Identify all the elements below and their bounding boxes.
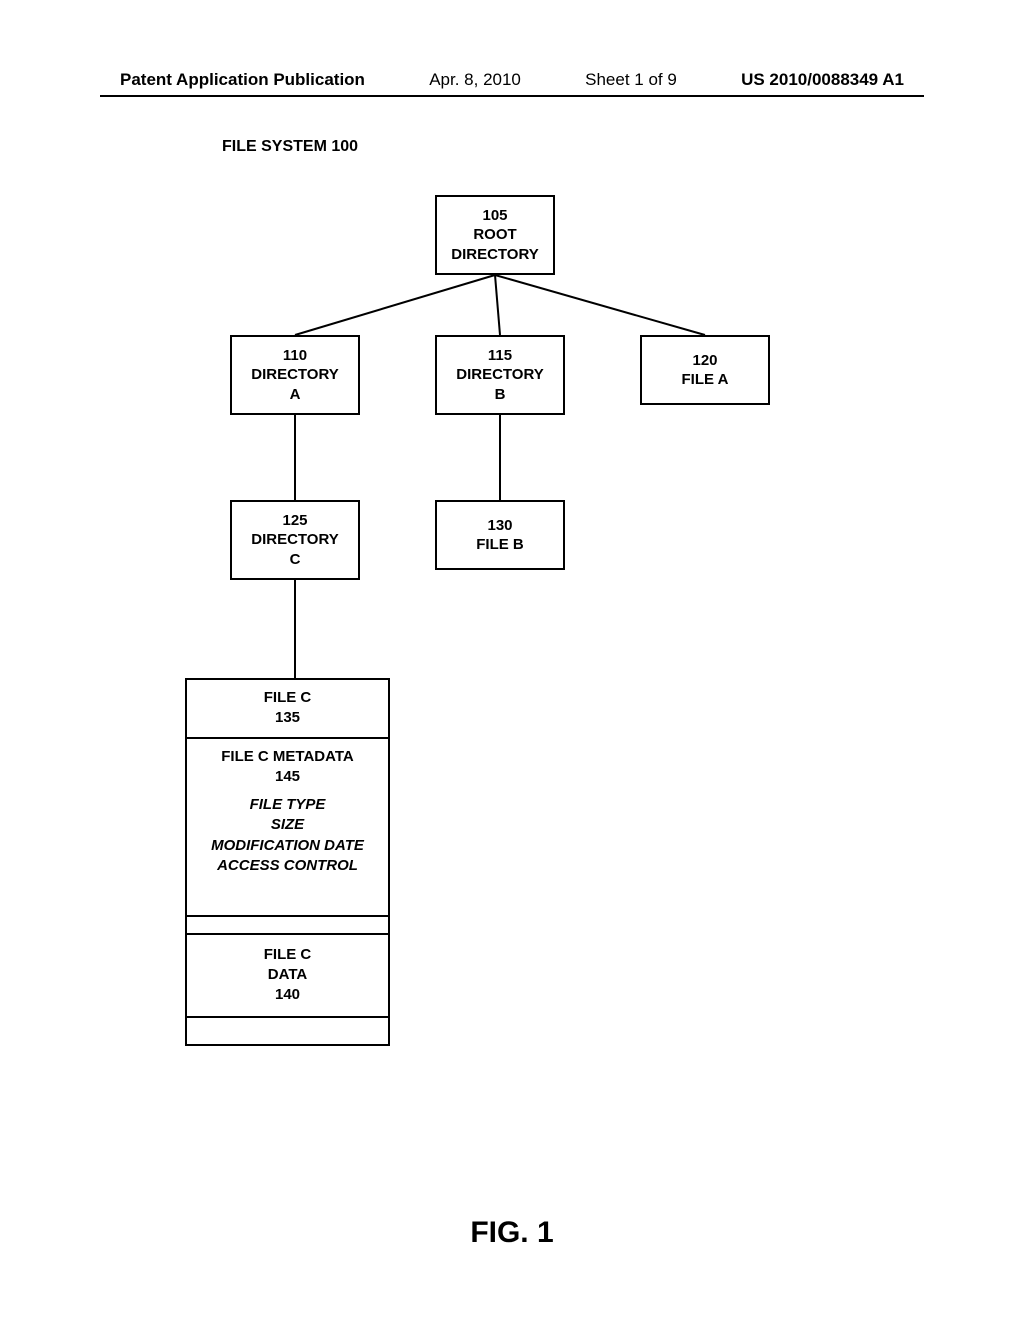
file-c-metadata-section: FILE C METADATA 145 FILE TYPE SIZE MODIF… — [185, 737, 390, 917]
file-c-title: FILE C — [191, 688, 384, 708]
file-c-data-sub: DATA — [191, 965, 384, 985]
node-label: A — [290, 385, 301, 405]
meta-field: MODIFICATION DATE — [191, 836, 384, 856]
header-left: Patent Application Publication — [120, 70, 365, 90]
header-right: US 2010/0088349 A1 — [741, 70, 904, 90]
node-number: 110 — [283, 346, 307, 366]
node-label: FILE A — [682, 370, 729, 390]
node-label: DIRECTORY — [251, 530, 339, 550]
node-number: 130 — [487, 516, 512, 536]
header-sheet: Sheet 1 of 9 — [585, 70, 677, 90]
meta-field: FILE TYPE — [191, 795, 384, 815]
node-label: B — [495, 385, 506, 405]
node-number: 125 — [282, 511, 307, 531]
file-system-title: FILE SYSTEM 100 — [222, 138, 358, 156]
node-label: ROOT — [473, 225, 516, 245]
meta-field: ACCESS CONTROL — [191, 856, 384, 876]
header-divider — [100, 95, 924, 97]
node-label: DIRECTORY — [451, 245, 539, 265]
file-c-data-section: FILE C DATA 140 — [185, 933, 390, 1018]
node-label: C — [290, 550, 301, 570]
meta-field: SIZE — [191, 815, 384, 835]
file-c-meta-title: FILE C METADATA — [191, 747, 384, 767]
page-header: Patent Application Publication Apr. 8, 2… — [0, 70, 1024, 90]
header-date: Apr. 8, 2010 — [429, 70, 521, 90]
root-directory-node: 105 ROOT DIRECTORY — [435, 195, 555, 275]
node-number: 115 — [488, 346, 512, 366]
node-label: FILE B — [476, 535, 524, 555]
file-c-spacer — [185, 915, 390, 935]
directory-b-node: 115 DIRECTORY B — [435, 335, 565, 415]
file-c-bottom-spacer — [185, 1016, 390, 1046]
directory-c-node: 125 DIRECTORY C — [230, 500, 360, 580]
node-label: DIRECTORY — [456, 365, 544, 385]
file-c-meta-fields: FILE TYPE SIZE MODIFICATION DATE ACCESS … — [191, 795, 384, 876]
directory-a-node: 110 DIRECTORY A — [230, 335, 360, 415]
file-c-title-num: 135 — [191, 708, 384, 728]
figure-label: FIG. 1 — [0, 1216, 1024, 1250]
file-c-data-title: FILE C — [191, 945, 384, 965]
node-label: DIRECTORY — [251, 365, 339, 385]
node-number: 105 — [482, 206, 507, 226]
file-c-composite: FILE C 135 FILE C METADATA 145 FILE TYPE… — [185, 680, 390, 1046]
file-c-title-section: FILE C 135 — [185, 678, 390, 739]
file-b-node: 130 FILE B — [435, 500, 565, 570]
file-a-node: 120 FILE A — [640, 335, 770, 405]
node-number: 120 — [692, 351, 717, 371]
file-c-data-num: 140 — [191, 985, 384, 1005]
file-c-meta-num: 145 — [191, 767, 384, 787]
